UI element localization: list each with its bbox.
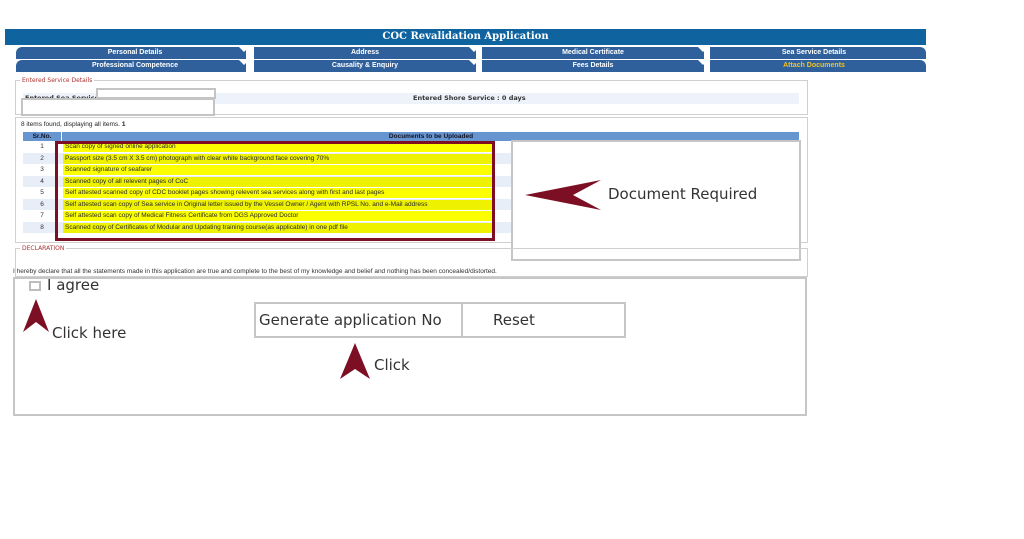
shore-service-label: Entered Shore Service : 0 days xyxy=(413,94,526,102)
document-required-label: Document Required xyxy=(608,185,758,203)
agree-panel xyxy=(13,277,807,416)
row-srno: 7 xyxy=(40,212,44,219)
tab-address[interactable]: Address xyxy=(254,47,476,59)
tab-divider xyxy=(239,60,249,65)
action-buttons: Generate application No Reset xyxy=(254,302,626,338)
tab-divider xyxy=(469,60,479,65)
tab-divider xyxy=(469,47,479,52)
tab-personal-details[interactable]: Personal Details xyxy=(24,47,246,59)
row-document: Passport size (3.5 cm X 3.5 cm) photogra… xyxy=(63,153,495,164)
tab-divider xyxy=(698,60,708,65)
agree-label[interactable]: I agree xyxy=(47,276,99,294)
row-srno: 4 xyxy=(40,177,44,185)
redacted-field xyxy=(21,98,215,116)
tab-divider xyxy=(698,47,708,52)
tab-professional-competence[interactable]: Professional Competence xyxy=(24,60,246,72)
row-document: Self attested scanned copy of CDC bookle… xyxy=(63,188,495,198)
tab-row-1: Personal Details Address Medical Certifi… xyxy=(14,47,926,59)
click-here-label: Click here xyxy=(52,324,127,342)
tab-bar: Personal Details Address Medical Certifi… xyxy=(14,47,926,73)
generate-application-button[interactable]: Generate application No xyxy=(256,304,463,336)
tab-row-2: Professional Competence Causality & Enqu… xyxy=(14,60,926,72)
row-srno: 2 xyxy=(40,154,44,162)
click-label: Click xyxy=(374,356,410,374)
column-separator xyxy=(61,132,62,141)
document-required-callout: Document Required xyxy=(511,140,801,261)
items-found-text: 8 items found, displaying all items. 1 xyxy=(21,121,125,128)
tab-attach-documents[interactable]: Attach Documents xyxy=(710,60,918,72)
row-srno: 8 xyxy=(40,223,44,231)
row-srno: 1 xyxy=(40,143,44,150)
row-document: Scanned copy of all relevent pages of Co… xyxy=(63,176,495,187)
row-srno: 3 xyxy=(40,166,44,173)
tab-cap-left xyxy=(16,47,24,59)
service-details-legend: Entered Service Details xyxy=(22,77,93,84)
tab-fees-details[interactable]: Fees Details xyxy=(482,60,704,72)
declaration-text: I hereby declare that all the statements… xyxy=(13,268,497,275)
arrow-up-icon xyxy=(23,299,49,332)
row-document: Scanned copy of Certificates of Modular … xyxy=(63,222,495,233)
row-document: Scanned signature of seafarer xyxy=(63,165,495,175)
row-srno: 5 xyxy=(40,189,44,196)
page-title: COC Revalidation Application xyxy=(5,29,926,45)
declaration-legend: DECLARATION xyxy=(22,245,65,252)
page-number[interactable]: 1 xyxy=(122,121,126,128)
row-srno: 6 xyxy=(40,200,44,208)
tab-cap-left xyxy=(16,60,24,72)
tab-causality-enquiry[interactable]: Causality & Enquiry xyxy=(254,60,476,72)
row-document: Self attested scan copy of Sea service i… xyxy=(63,199,495,210)
column-header-srno: Sr.No. xyxy=(32,133,52,140)
agree-checkbox[interactable] xyxy=(29,281,41,291)
arrow-up-icon xyxy=(340,343,370,379)
arrow-left-icon xyxy=(525,180,601,210)
items-found-label: 8 items found, displaying all items. xyxy=(21,121,120,128)
row-document: Self attested scan copy of Medical Fitne… xyxy=(63,211,495,221)
tab-medical-certificate[interactable]: Medical Certificate xyxy=(482,47,704,59)
row-document: Scan copy of signed online application xyxy=(63,142,495,152)
tab-cap-right xyxy=(918,47,926,59)
tab-divider xyxy=(239,47,249,52)
reset-button[interactable]: Reset xyxy=(463,304,623,336)
tab-sea-service-details[interactable]: Sea Service Details xyxy=(710,47,918,59)
tab-cap-right xyxy=(918,60,926,72)
